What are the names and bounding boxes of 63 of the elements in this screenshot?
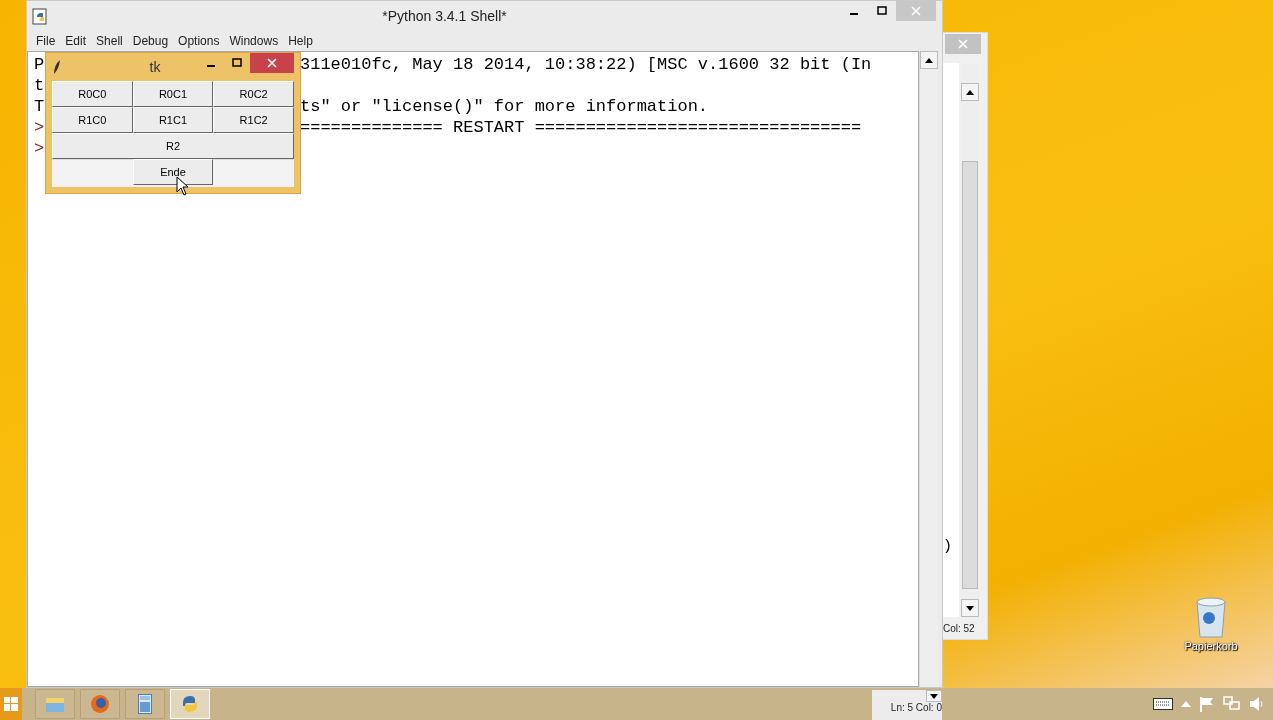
start-button[interactable] (0, 688, 22, 720)
grid-button[interactable]: R1C0 (52, 107, 133, 133)
menu-item[interactable]: Windows (224, 34, 284, 48)
grid-button[interactable]: R1C1 (132, 107, 214, 133)
folder-icon (45, 695, 65, 713)
trash-bin-icon (1194, 596, 1228, 638)
status-text: Ln: 5 Col: 0 (890, 702, 942, 713)
up-arrow-icon (925, 57, 933, 63)
code-text: ) (943, 538, 953, 555)
calculator-icon (138, 694, 152, 714)
window-title: tk (148, 59, 162, 75)
grid-button[interactable]: R0C2 (213, 81, 294, 107)
taskbar-app-button[interactable] (80, 689, 120, 719)
globe-fox-icon (90, 694, 110, 714)
menu-item[interactable]: File (31, 34, 61, 48)
feather-icon (52, 59, 62, 75)
network-icon[interactable] (1223, 696, 1241, 712)
minimize-icon (849, 13, 859, 15)
prompt-text: > (34, 118, 45, 137)
speaker-icon[interactable] (1249, 696, 1265, 712)
close-icon (958, 39, 968, 49)
prompt-text: > (34, 139, 45, 158)
menu-item[interactable]: Options (173, 34, 225, 48)
output-text: 311e010fc, May 18 2014, 10:38:22) [MSC v.1600 32 bit (In (300, 55, 872, 74)
scrollbar[interactable] (919, 51, 938, 687)
scroll-up-button[interactable] (961, 83, 979, 101)
python-logo-icon (31, 7, 49, 25)
mouse-cursor-icon (176, 176, 190, 196)
scroll-thumb[interactable] (962, 161, 978, 589)
close-button[interactable] (945, 34, 981, 54)
close-icon (911, 6, 921, 16)
grid-button[interactable]: R0C1 (132, 81, 214, 107)
output-text: t (34, 76, 45, 95)
scroll-down-button[interactable] (926, 690, 942, 702)
taskbar-app-button[interactable] (125, 689, 165, 719)
close-icon (267, 58, 277, 68)
output-text: ============== RESTART ================================ (300, 118, 862, 137)
scroll-down-button[interactable] (961, 599, 979, 617)
grid-button[interactable]: Ende (132, 159, 214, 185)
output-text: T (34, 97, 45, 116)
window-title: *Python 3.4.1 Shell* (381, 8, 508, 24)
menu-item[interactable]: Help (283, 34, 318, 48)
menu-item[interactable]: Edit (60, 34, 92, 48)
down-arrow-icon (930, 693, 938, 699)
flag-icon[interactable] (1199, 696, 1215, 712)
python-logo-icon (180, 694, 200, 714)
up-arrow-icon (966, 89, 974, 95)
status-text: Col: 52 (943, 622, 975, 634)
grid-button[interactable]: R1C2 (213, 107, 294, 133)
grid-button[interactable]: R2 (52, 133, 294, 159)
scroll-up-button[interactable] (920, 51, 938, 69)
up-arrow-icon[interactable] (1181, 701, 1191, 707)
output-text: ts" or "license()" for more information. (300, 97, 709, 116)
keyboard-icon[interactable] (1153, 698, 1173, 710)
maximize-icon (232, 58, 242, 68)
grid-button[interactable]: R0C0 (52, 81, 133, 107)
windows-logo-icon (4, 697, 18, 711)
minimize-icon (206, 65, 216, 67)
output-text: P (34, 55, 45, 74)
menu-item[interactable]: Shell (91, 34, 128, 48)
menu-item[interactable]: Debug (127, 34, 174, 48)
maximize-icon (877, 6, 887, 16)
down-arrow-icon (966, 605, 974, 611)
